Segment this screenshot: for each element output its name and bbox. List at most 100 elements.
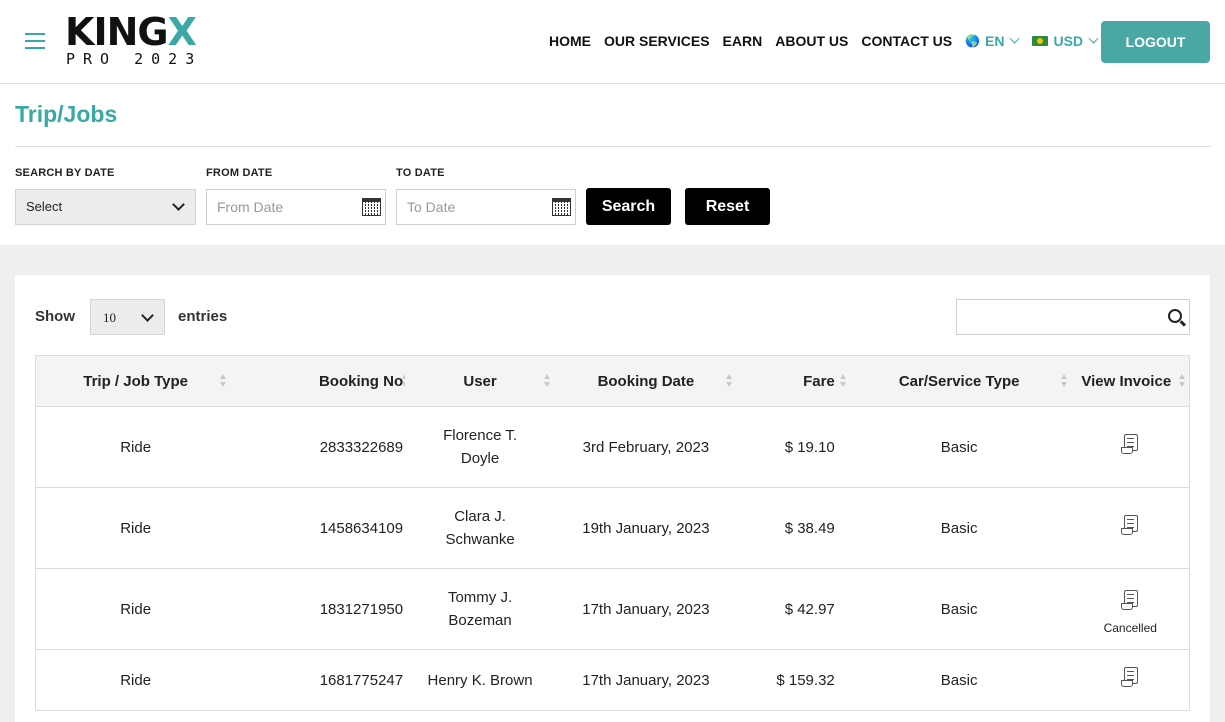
- table-search-input[interactable]: [956, 299, 1190, 335]
- search-icon[interactable]: [1168, 309, 1182, 323]
- cell-view-invoice: [1071, 487, 1190, 569]
- cell-view-invoice: Cancelled: [1071, 568, 1190, 650]
- cell-user: Henry K. Brown: [405, 649, 555, 711]
- logo-main-text: KINGX: [65, 10, 197, 54]
- cell-service-type: Basic: [846, 649, 1072, 711]
- currency-value: USD: [1053, 33, 1084, 49]
- cell-user: Tommy J. Bozeman: [405, 568, 555, 650]
- divider: [15, 146, 1211, 147]
- cell-booking-date: 19th January, 2023: [555, 487, 737, 569]
- to-date-field[interactable]: To Date: [396, 189, 576, 225]
- table-header-row: Trip / Job Type Booking No User Booking …: [35, 355, 1190, 407]
- entries-per-page-select[interactable]: 10: [90, 299, 165, 335]
- cell-fare: $ 159.32: [736, 649, 847, 711]
- cell-booking-no: 2833322689: [235, 406, 406, 488]
- invoice-icon[interactable]: [1121, 433, 1139, 454]
- search-button[interactable]: Search: [586, 188, 671, 225]
- cell-booking-date: 3rd February, 2023: [555, 406, 737, 488]
- cell-booking-no: 1681775247: [235, 649, 406, 711]
- from-date-label: FROM DATE: [206, 167, 273, 179]
- sort-icon: [839, 374, 847, 388]
- user-name-line1: Clara J.: [454, 508, 506, 525]
- chevron-down-icon: [141, 309, 154, 322]
- chevron-down-icon: [1088, 33, 1099, 44]
- cell-service-type: Basic: [846, 487, 1072, 569]
- table-row: Ride 1681775247 Henry K. Brown 17th Janu…: [35, 649, 1190, 711]
- trips-table: Trip / Job Type Booking No User Booking …: [35, 355, 1190, 711]
- cell-fare: $ 19.10: [736, 406, 847, 488]
- column-header-fare[interactable]: Fare: [736, 355, 847, 407]
- language-dropdown[interactable]: 🌎 EN: [965, 33, 1020, 49]
- cell-service-type: Basic: [846, 406, 1072, 488]
- chevron-down-icon: [172, 198, 185, 211]
- cell-booking-no: 1458634109: [235, 487, 406, 569]
- table-row: Ride 2833322689 Florence T. Doyle 3rd Feb…: [35, 406, 1190, 488]
- invoice-icon[interactable]: [1121, 666, 1139, 687]
- sort-icon: [220, 374, 227, 388]
- sort-icon: [1179, 374, 1186, 388]
- entries-label: entries: [178, 308, 228, 325]
- calendar-icon[interactable]: [362, 198, 381, 216]
- page-title: Trip/Jobs: [15, 101, 118, 127]
- currency-dropdown[interactable]: USD: [1032, 33, 1099, 49]
- user-name-line1: Florence T.: [443, 427, 518, 444]
- column-header-trip-type[interactable]: Trip / Job Type: [35, 355, 236, 407]
- language-value: EN: [985, 33, 1005, 49]
- entries-value: 10: [103, 310, 116, 325]
- cell-booking-date: 17th January, 2023: [555, 649, 737, 711]
- cell-view-invoice: [1071, 406, 1190, 488]
- user-name-line2: Schwanke: [445, 531, 515, 548]
- user-name-line1: Tommy J.: [447, 589, 513, 606]
- search-by-date-select[interactable]: Select: [15, 189, 196, 225]
- cell-user: Clara J. Schwanke: [405, 487, 555, 569]
- sort-icon: [725, 374, 733, 388]
- cell-view-invoice: [1071, 649, 1190, 711]
- sort-icon: [1060, 374, 1068, 388]
- user-name-line2: Doyle: [460, 450, 500, 467]
- nav-earn[interactable]: EARN: [723, 33, 763, 49]
- user-name-line1: Henry K. Brown: [427, 671, 533, 689]
- cell-fare: $ 42.97: [736, 568, 847, 650]
- cell-trip-type: Ride: [35, 649, 236, 711]
- trip-status: Cancelled: [1103, 620, 1157, 635]
- column-header-booking-date[interactable]: Booking Date: [555, 355, 737, 407]
- show-label: Show: [35, 308, 75, 325]
- user-name-line2: Bozeman: [448, 612, 512, 629]
- currency-flag-icon: [1032, 36, 1049, 46]
- cell-trip-type: Ride: [35, 568, 236, 650]
- cell-fare: $ 38.49: [736, 487, 847, 569]
- nav-home[interactable]: HOME: [549, 33, 591, 49]
- cell-trip-type: Ride: [35, 487, 236, 569]
- column-header-service-type[interactable]: Car/Service Type: [846, 355, 1072, 407]
- logout-button[interactable]: LOGOUT: [1101, 21, 1210, 63]
- chevron-down-icon: [1010, 33, 1020, 44]
- globe-icon: 🌎: [965, 34, 981, 48]
- column-header-view-invoice[interactable]: View Invoice: [1071, 355, 1190, 407]
- hamburger-menu-icon[interactable]: [25, 33, 45, 49]
- cell-user: Florence T. Doyle: [405, 406, 555, 488]
- sort-icon: [544, 374, 551, 388]
- header: KINGX PRO 2023 HOME OUR SERVICES EARN AB…: [0, 0, 1225, 84]
- cell-booking-no: 1831271950: [235, 568, 406, 650]
- search-by-date-value: Select: [26, 199, 63, 214]
- nav-contact-us[interactable]: CONTACT US: [861, 33, 952, 49]
- invoice-icon[interactable]: [1121, 589, 1139, 610]
- from-date-field[interactable]: From Date: [206, 189, 386, 225]
- table-row: Ride 1458634109 Clara J. Schwanke 19th Ja…: [35, 487, 1190, 569]
- table-row: Ride 1831271950 Tommy J. Bozeman 17th Jan…: [35, 568, 1190, 650]
- column-header-booking-no[interactable]: Booking No: [235, 355, 409, 407]
- invoice-icon[interactable]: [1121, 514, 1139, 535]
- cell-trip-type: Ride: [35, 406, 236, 488]
- nav-about-us[interactable]: ABOUT US: [775, 33, 848, 49]
- nav-our-services[interactable]: OUR SERVICES: [604, 33, 710, 49]
- cell-service-type: Basic: [846, 568, 1072, 650]
- to-date-placeholder: To Date: [407, 199, 456, 215]
- search-by-date-label: SEARCH BY DATE: [15, 167, 115, 179]
- logo[interactable]: KINGX PRO 2023: [65, 12, 215, 70]
- reset-button[interactable]: Reset: [685, 188, 770, 225]
- main-nav: HOME OUR SERVICES EARN ABOUT US CONTACT …: [549, 31, 1111, 51]
- column-header-user[interactable]: User: [405, 355, 555, 407]
- logo-sub-text: PRO 2023: [66, 50, 203, 68]
- from-date-placeholder: From Date: [217, 199, 284, 215]
- calendar-icon[interactable]: [552, 198, 571, 216]
